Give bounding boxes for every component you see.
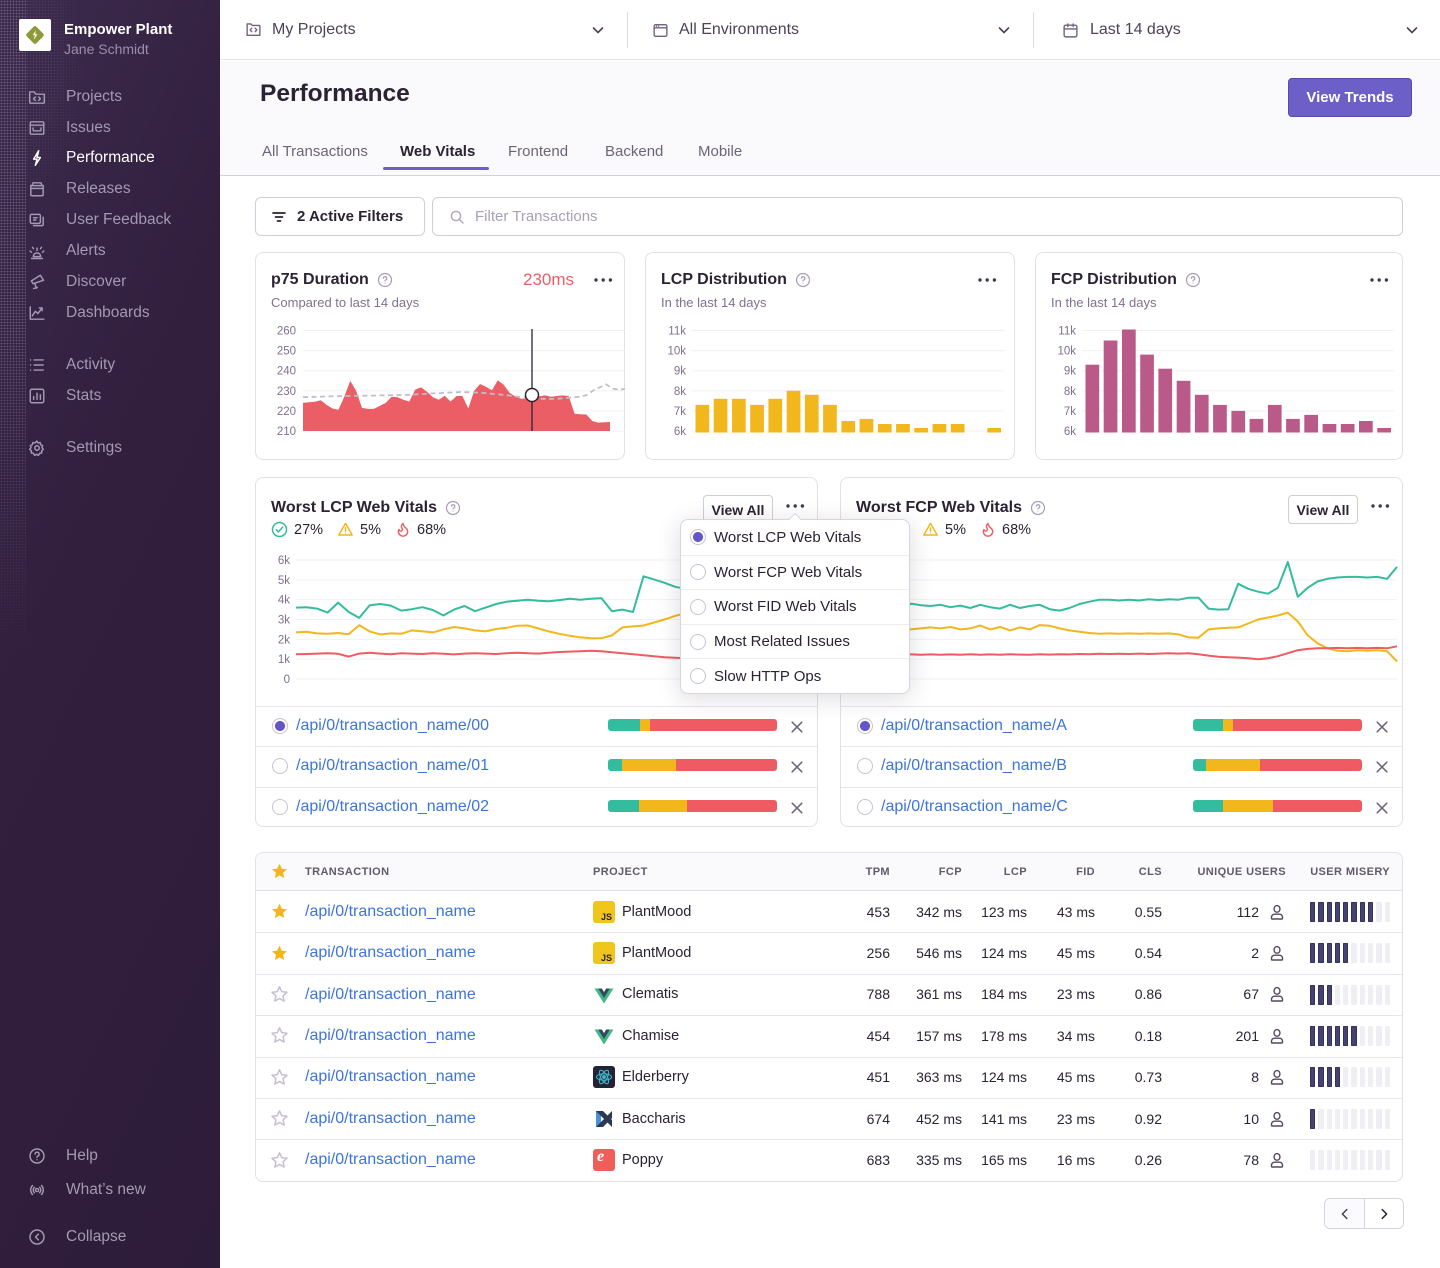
svg-text:8k: 8k (674, 386, 686, 398)
svg-text:9k: 9k (674, 366, 686, 378)
svg-text:260: 260 (277, 326, 296, 338)
svg-text:5k: 5k (278, 575, 290, 587)
svg-text:1k: 1k (278, 654, 290, 666)
svg-text:6k: 6k (278, 555, 290, 567)
svg-text:11k: 11k (1058, 326, 1076, 338)
svg-text:220: 220 (277, 406, 296, 418)
svg-text:6k: 6k (1064, 426, 1076, 438)
svg-text:10k: 10k (667, 346, 686, 358)
svg-text:2k: 2k (278, 634, 290, 646)
svg-text:7k: 7k (1064, 406, 1076, 418)
svg-text:210: 210 (277, 426, 296, 438)
svg-text:250: 250 (277, 346, 296, 358)
svg-text:240: 240 (277, 366, 296, 378)
svg-text:9k: 9k (1064, 366, 1076, 378)
svg-text:7k: 7k (674, 406, 686, 418)
svg-text:11k: 11k (668, 326, 686, 338)
svg-text:4k: 4k (278, 595, 290, 607)
svg-text:10k: 10k (1057, 346, 1076, 358)
svg-text:6k: 6k (674, 426, 686, 438)
svg-text:3k: 3k (278, 615, 290, 627)
svg-text:230: 230 (277, 386, 296, 398)
svg-text:0: 0 (284, 674, 290, 686)
svg-text:8k: 8k (1064, 386, 1076, 398)
